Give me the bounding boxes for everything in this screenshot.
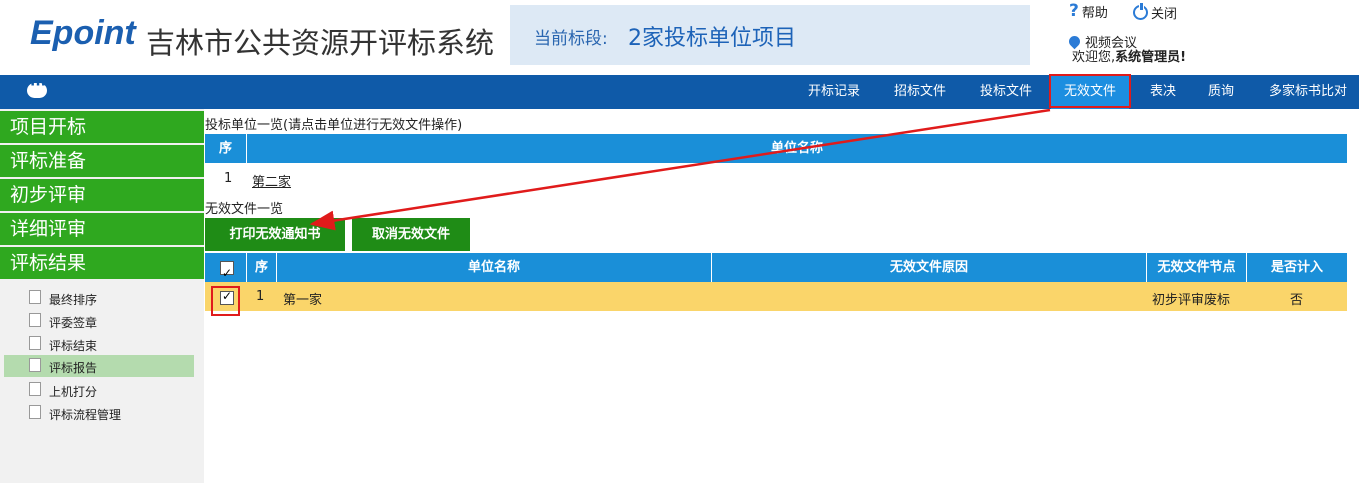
sidebar-item-label: 评委签章 <box>49 316 98 330</box>
sidebar-item-evaluation-end[interactable]: 评标结束 <box>4 333 194 355</box>
sidebar-item-label: 评标结束 <box>49 339 98 353</box>
stage-evaluation-prep[interactable]: 评标准备 <box>0 145 204 177</box>
col-invalid-node: 无效文件节点 <box>1147 253 1247 282</box>
main-nav: 开标记录 招标文件 投标文件 无效文件 表决 质询 多家标书比对 <box>0 75 1359 109</box>
welcome-prefix: 欢迎您, <box>1072 50 1116 65</box>
col-counted: 是否计入 <box>1270 260 1323 275</box>
help-link[interactable]: ? 帮助 <box>1069 1 1108 21</box>
section-name: 2家投标单位项目 <box>628 26 796 51</box>
sidebar-item-computer-scoring[interactable]: 上机打分 <box>4 379 194 401</box>
help-label: 帮助 <box>1081 5 1108 21</box>
stage-evaluation-result[interactable]: 评标结果 <box>0 247 204 279</box>
row-unit-name: 第一家 <box>283 293 323 308</box>
annotation-box-tab <box>1049 74 1131 108</box>
print-invalid-notice-button[interactable]: 打印无效通知书 <box>205 218 345 251</box>
col-seq: 序 <box>247 253 277 282</box>
sidebar-item-process-management[interactable]: 评标流程管理 <box>4 402 194 424</box>
col-unit-name: 单位名称 <box>277 253 712 282</box>
document-icon <box>29 336 41 350</box>
stage-detailed-review[interactable]: 详细评审 <box>0 213 204 245</box>
bidder-row-seq: 1 <box>224 171 233 186</box>
tab-opening-record[interactable]: 开标记录 <box>796 75 872 109</box>
stage-preliminary-review[interactable]: 初步评审 <box>0 179 204 211</box>
document-icon <box>29 358 41 372</box>
tab-bid-documents[interactable]: 投标文件 <box>968 75 1044 109</box>
sidebar-item-final-ranking[interactable]: 最终排序 <box>4 287 194 309</box>
power-icon <box>1133 3 1148 20</box>
tab-vote[interactable]: 表决 <box>1139 75 1187 109</box>
row-counted: 否 <box>1290 293 1304 308</box>
col-invalid-reason: 无效文件原因 <box>712 253 1147 282</box>
sidebar-item-signature[interactable]: 评委签章 <box>4 310 194 332</box>
welcome-user: 系统管理员! <box>1115 50 1187 65</box>
col-select-all <box>205 253 247 288</box>
col-unit-name: 单位名称 <box>770 141 823 156</box>
bidder-link[interactable]: 第二家 <box>252 171 291 190</box>
annotation-box-checkbox <box>211 286 240 316</box>
bidder-table-header: 序 单位名称 <box>205 134 1347 163</box>
document-icon <box>29 313 41 327</box>
document-icon <box>29 290 41 304</box>
epoint-logo: Epoint <box>30 14 136 52</box>
tab-tender-documents[interactable]: 招标文件 <box>882 75 958 109</box>
stage-project-opening[interactable]: 项目开标 <box>0 111 204 143</box>
row-seq: 1 <box>256 289 265 304</box>
sidebar-item-label: 上机打分 <box>49 385 98 399</box>
bidder-list-caption: 投标单位一览(请点击单位进行无效文件操作) <box>205 118 463 133</box>
col-seq: 序 <box>205 134 247 163</box>
help-icon: ? <box>1069 1 1079 21</box>
current-section-box: 当前标段: 2家投标单位项目 <box>510 5 1030 65</box>
invalid-list-caption: 无效文件一览 <box>205 202 284 217</box>
welcome-text: 欢迎您,系统管理员! <box>1072 46 1186 65</box>
close-link[interactable]: 关闭 <box>1133 3 1177 22</box>
sidebar-item-label: 评标流程管理 <box>49 408 122 422</box>
system-title: 吉林市公共资源开评标系统 <box>146 26 495 60</box>
chat-icon[interactable] <box>27 77 47 98</box>
close-label: 关闭 <box>1151 7 1178 22</box>
cancel-invalid-button[interactable]: 取消无效文件 <box>352 218 470 251</box>
app-header: Epoint 吉林市公共资源开评标系统 当前标段: 2家投标单位项目 ? 帮助 … <box>0 0 1359 75</box>
invalid-table-header: 序 单位名称 无效文件原因 无效文件节点 是否计入 <box>205 253 1347 288</box>
row-node: 初步评审废标 <box>1152 293 1231 308</box>
table-row[interactable]: 1 第一家 初步评审废标 否 <box>205 282 1347 311</box>
document-icon <box>29 382 41 396</box>
sidebar-item-evaluation-report[interactable]: 评标报告 <box>4 355 194 377</box>
section-label: 当前标段: <box>534 29 608 49</box>
document-icon <box>29 405 41 419</box>
sidebar-item-label: 评标报告 <box>49 361 98 375</box>
tab-bid-comparison[interactable]: 多家标书比对 <box>1259 75 1357 109</box>
select-all-checkbox[interactable] <box>220 259 234 288</box>
tab-inquiry[interactable]: 质询 <box>1197 75 1245 109</box>
sidebar-item-label: 最终排序 <box>49 293 98 307</box>
